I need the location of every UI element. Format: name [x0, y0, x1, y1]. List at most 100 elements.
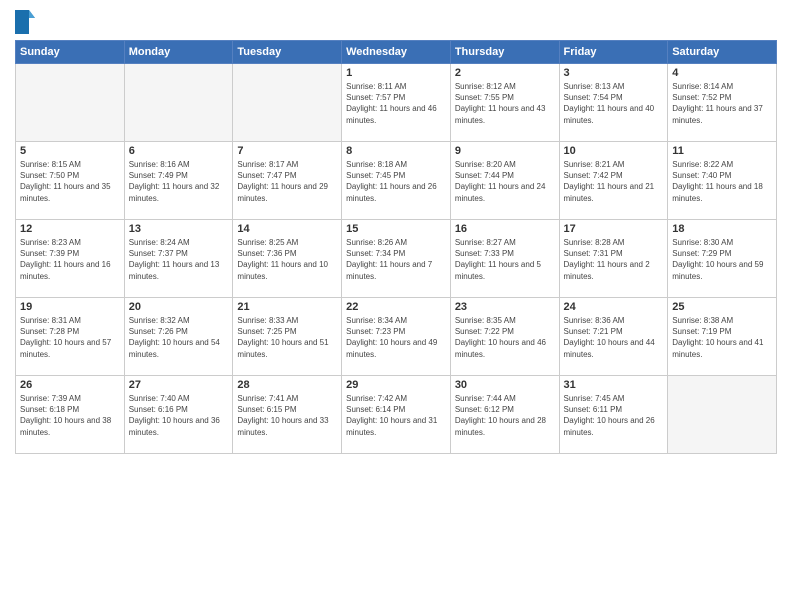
- weekday-friday: Friday: [559, 41, 668, 64]
- day-number: 22: [346, 301, 446, 313]
- day-info: Sunrise: 8:32 AM Sunset: 7:26 PM Dayligh…: [129, 315, 229, 360]
- day-info: Sunrise: 8:23 AM Sunset: 7:39 PM Dayligh…: [20, 237, 120, 282]
- calendar-cell: 14Sunrise: 8:25 AM Sunset: 7:36 PM Dayli…: [233, 220, 342, 298]
- calendar-cell: 2 Sunrise: 8:12 AM Sunset: 7:55 PM Daylig…: [450, 64, 559, 142]
- day-info: Sunrise: 8:36 AM Sunset: 7:21 PM Dayligh…: [564, 315, 664, 360]
- weekday-saturday: Saturday: [668, 41, 777, 64]
- day-info: Sunrise: 8:24 AM Sunset: 7:37 PM Dayligh…: [129, 237, 229, 282]
- day-number: 3: [564, 67, 664, 79]
- calendar-cell: 25Sunrise: 8:38 AM Sunset: 7:19 PM Dayli…: [668, 298, 777, 376]
- day-info: Sunrise: 8:18 AM Sunset: 7:45 PM Dayligh…: [346, 159, 446, 204]
- day-number: 10: [564, 145, 664, 157]
- calendar-cell: 3 Sunrise: 8:13 AM Sunset: 7:54 PM Daylig…: [559, 64, 668, 142]
- day-number: 4: [672, 67, 772, 79]
- day-number: 17: [564, 223, 664, 235]
- day-number: 8: [346, 145, 446, 157]
- day-number: 27: [129, 379, 229, 391]
- calendar-cell: 5Sunrise: 8:15 AM Sunset: 7:50 PM Daylig…: [16, 142, 125, 220]
- week-row-5: 26Sunrise: 7:39 AM Sunset: 6:18 PM Dayli…: [16, 376, 777, 454]
- day-number: 2: [455, 67, 555, 79]
- day-number: 21: [237, 301, 337, 313]
- day-number: 6: [129, 145, 229, 157]
- day-info: Sunrise: 8:11 AM Sunset: 7:57 PM Dayligh…: [346, 81, 446, 126]
- day-number: 24: [564, 301, 664, 313]
- day-number: 26: [20, 379, 120, 391]
- calendar-cell: 7 Sunrise: 8:17 AM Sunset: 7:47 PM Daylig…: [233, 142, 342, 220]
- calendar-cell: [124, 64, 233, 142]
- day-info: Sunrise: 8:34 AM Sunset: 7:23 PM Dayligh…: [346, 315, 446, 360]
- day-info: Sunrise: 8:31 AM Sunset: 7:28 PM Dayligh…: [20, 315, 120, 360]
- calendar-cell: [668, 376, 777, 454]
- calendar-cell: 11 Sunrise: 8:22 AM Sunset: 7:40 PM Dayli…: [668, 142, 777, 220]
- day-info: Sunrise: 7:41 AM Sunset: 6:15 PM Dayligh…: [237, 393, 337, 438]
- calendar-cell: 4 Sunrise: 8:14 AM Sunset: 7:52 PM Daylig…: [668, 64, 777, 142]
- calendar-cell: 18 Sunrise: 8:30 AM Sunset: 7:29 PM Dayli…: [668, 220, 777, 298]
- day-info: Sunrise: 8:17 AM Sunset: 7:47 PM Dayligh…: [237, 159, 337, 204]
- calendar-cell: 16 Sunrise: 8:27 AM Sunset: 7:33 PM Dayli…: [450, 220, 559, 298]
- logo-icon: [15, 10, 35, 34]
- day-info: Sunrise: 8:21 AM Sunset: 7:42 PM Dayligh…: [564, 159, 664, 204]
- day-info: Sunrise: 8:27 AM Sunset: 7:33 PM Dayligh…: [455, 237, 555, 282]
- day-number: 13: [129, 223, 229, 235]
- calendar-cell: 17 Sunrise: 8:28 AM Sunset: 7:31 PM Dayli…: [559, 220, 668, 298]
- day-info: Sunrise: 7:40 AM Sunset: 6:16 PM Dayligh…: [129, 393, 229, 438]
- day-info: Sunrise: 8:22 AM Sunset: 7:40 PM Dayligh…: [672, 159, 772, 204]
- weekday-tuesday: Tuesday: [233, 41, 342, 64]
- day-number: 28: [237, 379, 337, 391]
- calendar-cell: 26Sunrise: 7:39 AM Sunset: 6:18 PM Dayli…: [16, 376, 125, 454]
- day-info: Sunrise: 8:33 AM Sunset: 7:25 PM Dayligh…: [237, 315, 337, 360]
- weekday-sunday: Sunday: [16, 41, 125, 64]
- weekday-wednesday: Wednesday: [342, 41, 451, 64]
- calendar-cell: 15 Sunrise: 8:26 AM Sunset: 7:34 PM Dayli…: [342, 220, 451, 298]
- calendar-cell: 29Sunrise: 7:42 AM Sunset: 6:14 PM Dayli…: [342, 376, 451, 454]
- calendar-cell: 31 Sunrise: 7:45 AM Sunset: 6:11 PM Dayli…: [559, 376, 668, 454]
- logo: [15, 10, 38, 34]
- day-number: 30: [455, 379, 555, 391]
- day-number: 19: [20, 301, 120, 313]
- week-row-3: 12 Sunrise: 8:23 AM Sunset: 7:39 PM Dayli…: [16, 220, 777, 298]
- week-row-2: 5Sunrise: 8:15 AM Sunset: 7:50 PM Daylig…: [16, 142, 777, 220]
- day-number: 20: [129, 301, 229, 313]
- day-info: Sunrise: 8:12 AM Sunset: 7:55 PM Dayligh…: [455, 81, 555, 126]
- calendar-cell: [16, 64, 125, 142]
- day-number: 9: [455, 145, 555, 157]
- calendar-cell: 19 Sunrise: 8:31 AM Sunset: 7:28 PM Dayli…: [16, 298, 125, 376]
- day-number: 31: [564, 379, 664, 391]
- calendar-cell: 9 Sunrise: 8:20 AM Sunset: 7:44 PM Daylig…: [450, 142, 559, 220]
- day-info: Sunrise: 8:16 AM Sunset: 7:49 PM Dayligh…: [129, 159, 229, 204]
- day-info: Sunrise: 8:35 AM Sunset: 7:22 PM Dayligh…: [455, 315, 555, 360]
- calendar-cell: 24 Sunrise: 8:36 AM Sunset: 7:21 PM Dayli…: [559, 298, 668, 376]
- day-info: Sunrise: 8:25 AM Sunset: 7:36 PM Dayligh…: [237, 237, 337, 282]
- calendar-cell: 20 Sunrise: 8:32 AM Sunset: 7:26 PM Dayli…: [124, 298, 233, 376]
- calendar-cell: 1 Sunrise: 8:11 AM Sunset: 7:57 PM Daylig…: [342, 64, 451, 142]
- calendar-table: SundayMondayTuesdayWednesdayThursdayFrid…: [15, 40, 777, 454]
- weekday-monday: Monday: [124, 41, 233, 64]
- calendar-cell: 22 Sunrise: 8:34 AM Sunset: 7:23 PM Dayli…: [342, 298, 451, 376]
- calendar-cell: 23Sunrise: 8:35 AM Sunset: 7:22 PM Dayli…: [450, 298, 559, 376]
- calendar-cell: 8 Sunrise: 8:18 AM Sunset: 7:45 PM Daylig…: [342, 142, 451, 220]
- day-number: 25: [672, 301, 772, 313]
- day-info: Sunrise: 8:26 AM Sunset: 7:34 PM Dayligh…: [346, 237, 446, 282]
- calendar-cell: 13 Sunrise: 8:24 AM Sunset: 7:37 PM Dayli…: [124, 220, 233, 298]
- day-number: 7: [237, 145, 337, 157]
- day-number: 1: [346, 67, 446, 79]
- day-number: 5: [20, 145, 120, 157]
- calendar-cell: 27 Sunrise: 7:40 AM Sunset: 6:16 PM Dayli…: [124, 376, 233, 454]
- day-number: 12: [20, 223, 120, 235]
- day-info: Sunrise: 8:13 AM Sunset: 7:54 PM Dayligh…: [564, 81, 664, 126]
- day-number: 15: [346, 223, 446, 235]
- day-info: Sunrise: 7:44 AM Sunset: 6:12 PM Dayligh…: [455, 393, 555, 438]
- calendar-cell: 6 Sunrise: 8:16 AM Sunset: 7:49 PM Daylig…: [124, 142, 233, 220]
- day-info: Sunrise: 8:20 AM Sunset: 7:44 PM Dayligh…: [455, 159, 555, 204]
- day-info: Sunrise: 8:14 AM Sunset: 7:52 PM Dayligh…: [672, 81, 772, 126]
- day-number: 11: [672, 145, 772, 157]
- day-number: 18: [672, 223, 772, 235]
- day-info: Sunrise: 7:45 AM Sunset: 6:11 PM Dayligh…: [564, 393, 664, 438]
- calendar-cell: [233, 64, 342, 142]
- calendar-cell: 28 Sunrise: 7:41 AM Sunset: 6:15 PM Dayli…: [233, 376, 342, 454]
- day-number: 29: [346, 379, 446, 391]
- calendar-cell: 30 Sunrise: 7:44 AM Sunset: 6:12 PM Dayli…: [450, 376, 559, 454]
- day-info: Sunrise: 8:28 AM Sunset: 7:31 PM Dayligh…: [564, 237, 664, 282]
- day-info: Sunrise: 8:30 AM Sunset: 7:29 PM Dayligh…: [672, 237, 772, 282]
- day-number: 16: [455, 223, 555, 235]
